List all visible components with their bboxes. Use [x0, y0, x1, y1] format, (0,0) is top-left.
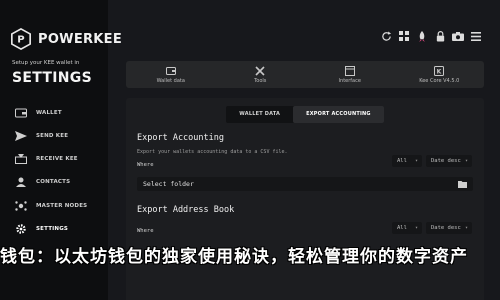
tab-kee-core[interactable]: K Kee Core V4.5.0: [395, 61, 485, 88]
tab-interface[interactable]: Interface: [305, 61, 395, 88]
nodes-icon: [14, 200, 28, 212]
contacts-icon: [14, 176, 28, 188]
select-value: All: [397, 225, 407, 231]
sidebar-item-label: CONTACTS: [36, 179, 71, 186]
powerkee-logo-icon: P: [11, 28, 31, 50]
sidebar-nav: WALLET SEND KEE RECEIVE KEE CONTACTS MAS…: [14, 106, 87, 246]
sidebar-item-receive[interactable]: RECEIVE KEE: [14, 153, 87, 166]
menu-icon[interactable]: [470, 30, 482, 42]
tab-wallet-data[interactable]: Wallet data: [126, 61, 216, 88]
subtabs: WALLET DATA EXPORT ACCOUNTING: [126, 106, 484, 123]
sync-icon[interactable]: [380, 30, 392, 42]
sidebar-item-label: RECEIVE KEE: [36, 156, 78, 163]
brand-name: POWERKEE: [38, 31, 123, 47]
subtab-wallet-data[interactable]: WALLET DATA: [226, 106, 293, 123]
sidebar-item-label: WALLET: [36, 109, 62, 116]
where-label: Where: [137, 162, 154, 168]
sidebar-item-master-nodes[interactable]: MASTER NODES: [14, 199, 87, 212]
wallet-icon: [14, 107, 28, 119]
settings-tabbar: Wallet data Tools Interface K Kee Core V…: [126, 61, 484, 88]
sidebar-item-contacts[interactable]: CONTACTS: [14, 176, 87, 189]
receive-icon: [14, 153, 28, 165]
send-icon: [14, 130, 28, 142]
sidebar-item-label: SEND KEE: [36, 132, 69, 139]
tab-label: Tools: [254, 77, 267, 84]
tab-label: Kee Core V4.5.0: [419, 77, 460, 84]
camera-icon[interactable]: [452, 30, 464, 42]
export-address-book-title: Export Address Book: [137, 205, 235, 215]
export-accounting-title: Export Accounting: [137, 133, 224, 143]
overlay-banner-text: 钱包：以太坊钱包的独家使用秘诀，轻松管理你的数字资产: [0, 247, 468, 266]
wallet-data-icon: [165, 66, 176, 75]
lock-icon[interactable]: [434, 30, 446, 42]
select-value: Date desc: [431, 225, 461, 231]
tab-label: Interface: [338, 77, 361, 84]
settings-panel: WALLET DATA EXPORT ACCOUNTING Export Acc…: [126, 98, 484, 300]
svg-text:P: P: [17, 35, 24, 46]
brand: P POWERKEE: [10, 28, 122, 50]
tab-tools[interactable]: Tools: [216, 61, 306, 88]
accounting-filter-select[interactable]: All ▾: [392, 155, 422, 167]
subtab-group: WALLET DATA EXPORT ACCOUNTING: [226, 106, 384, 123]
core-icon: K: [434, 65, 445, 76]
sidebar-item-settings[interactable]: SETTINGS: [14, 222, 87, 235]
where-label: Where: [137, 228, 154, 234]
chevron-down-icon: ▾: [414, 158, 418, 164]
sidebar-item-label: MASTER NODES: [36, 202, 88, 209]
rocket-icon[interactable]: [416, 30, 428, 42]
tools-icon: [255, 65, 265, 76]
folder-icon: [458, 181, 467, 188]
accounting-sort-select[interactable]: Date desc ▾: [426, 155, 472, 167]
topbar-icons: [380, 30, 482, 42]
setup-subtitle: Setup your KEE wallet in: [12, 60, 80, 66]
chevron-down-icon: ▾: [464, 158, 468, 164]
address-sort-select[interactable]: Date desc ▾: [426, 222, 472, 234]
address-filter-select[interactable]: All ▾: [392, 222, 422, 234]
sidebar-item-send[interactable]: SEND KEE: [14, 129, 87, 142]
select-folder-field[interactable]: Select folder: [137, 177, 473, 191]
svg-text:K: K: [437, 68, 442, 75]
grid-icon[interactable]: [398, 30, 410, 42]
gear-icon: [14, 223, 28, 235]
chevron-down-icon: ▾: [464, 225, 468, 231]
select-value: All: [397, 158, 407, 164]
tab-label: Wallet data: [156, 77, 185, 84]
subtab-export-accounting[interactable]: EXPORT ACCOUNTING: [293, 106, 384, 123]
sidebar-item-label: SETTINGS: [36, 225, 69, 232]
interface-icon: [344, 65, 355, 76]
page-title: SETTINGS: [12, 70, 92, 86]
select-value: Date desc: [431, 158, 461, 164]
export-accounting-description: Export your wallets accounting data to a…: [137, 149, 288, 155]
sidebar-item-wallet[interactable]: WALLET: [14, 106, 87, 119]
chevron-down-icon: ▾: [414, 225, 418, 231]
folder-placeholder: Select folder: [143, 180, 194, 188]
